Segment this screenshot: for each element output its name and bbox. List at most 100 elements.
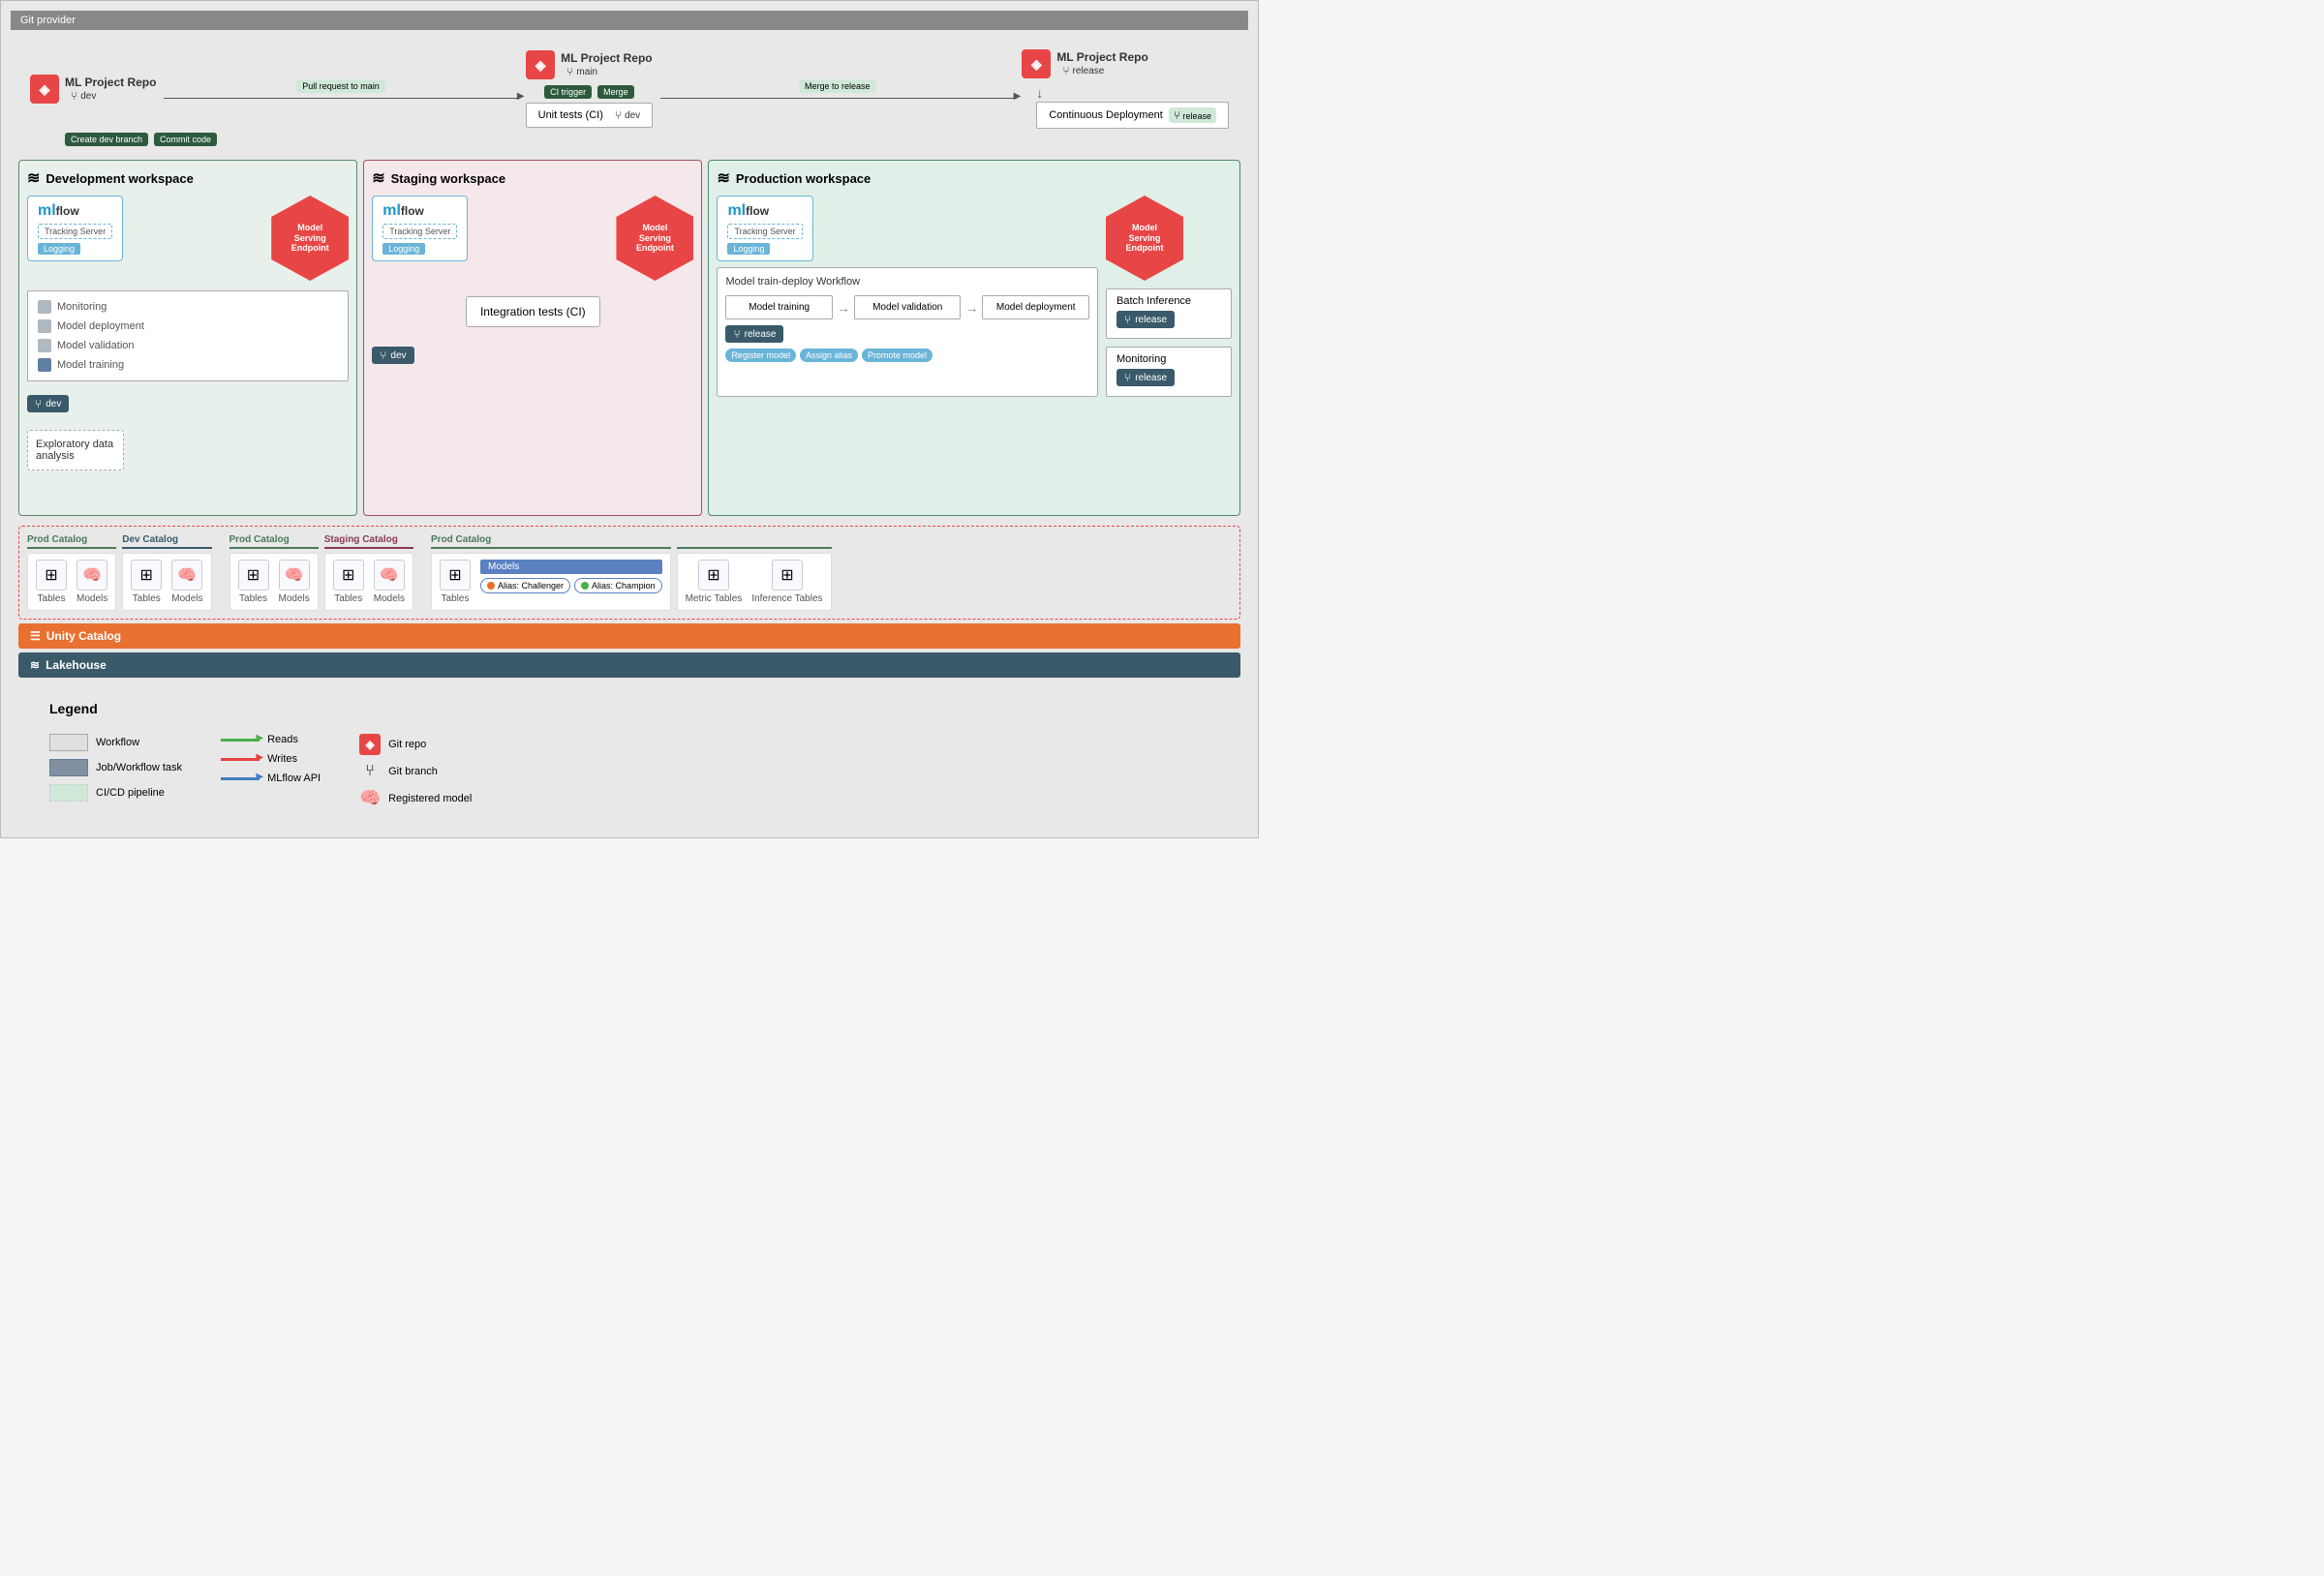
prod-inner: mlflow Tracking Server Logging Model tra…: [717, 196, 1232, 397]
legend-item-writes: Writes: [221, 753, 321, 765]
catalog-item-inference-tables: ⊞ Inference Tables: [751, 560, 822, 604]
inference-tables-label: Inference Tables: [751, 593, 822, 604]
tables-icon-prod: ⊞: [440, 560, 471, 591]
metric-tables-icon: ⊞: [698, 560, 729, 591]
dev-logging-badge: Logging: [38, 243, 80, 255]
catalog-inner-prod-1: ⊞ Tables 🧠 Models: [27, 553, 116, 611]
git-icon-1: ◈: [30, 75, 59, 104]
legend-col-2: Reads Writes MLflow API: [221, 734, 321, 808]
legend-label-mlflow: MLflow API: [267, 773, 321, 784]
legend-col-3: ◈ Git repo ⑂ Git branch 🧠 Registered mod…: [359, 734, 472, 808]
legend-label-writes: Writes: [267, 753, 297, 765]
tables-icon-1: ⊞: [36, 560, 67, 591]
dev-mlflow-logo: mlflow: [38, 202, 79, 220]
models-icon-1: 🧠: [76, 560, 107, 591]
tables-label-staging: Tables: [334, 593, 362, 604]
legend-arrow-reads: [221, 739, 260, 742]
models-label-1: Models: [76, 593, 107, 604]
task-bar-3: [38, 339, 51, 352]
prod-branch-row-workflow: ⑂ release: [725, 325, 783, 343]
catalog-section: Prod Catalog ⊞ Tables 🧠 Models: [18, 526, 1240, 620]
catalog-item-tables-2: ⊞ Tables: [238, 560, 269, 604]
prod-mlflow-logo: mlflow: [727, 202, 769, 220]
repo-1-header: ◈ ML Project Repo ⑂ dev: [30, 75, 156, 104]
staging-integration-area: Integration tests (CI): [372, 287, 693, 337]
legend-label-git-repo: Git repo: [388, 739, 426, 750]
tables-label-dev: Tables: [133, 593, 161, 604]
lakehouse-label: Lakehouse: [46, 658, 107, 672]
tables-label-1: Tables: [38, 593, 66, 604]
top-flow: ◈ ML Project Repo ⑂ dev Pull request to …: [11, 38, 1248, 146]
catalog-item-tables-dev: ⊞ Tables: [131, 560, 162, 604]
legend-model-icon: 🧠: [359, 788, 381, 808]
catalog-item-metric-tables: ⊞ Metric Tables: [686, 560, 743, 604]
dev-tracking-server: Tracking Server: [38, 224, 112, 239]
dev-inner: mlflow Tracking Server Logging ModelServ…: [27, 196, 349, 470]
unity-catalog-icon: ☰: [30, 629, 41, 643]
main-container: Git provider ◈ ML Project Repo ⑂ dev: [0, 0, 1259, 838]
alias-dot-orange: [487, 582, 495, 590]
catalog-item-models-dev: 🧠 Models: [171, 560, 202, 604]
dev-model-serving: ModelServingEndpoint: [271, 196, 349, 281]
legend-item-mlflow-api: MLflow API: [221, 773, 321, 784]
catalog-spacer-2: [419, 534, 425, 611]
prod-workflow-title: Model train-deploy Workflow: [725, 276, 1089, 288]
legend-label-job: Job/Workflow task: [96, 762, 182, 773]
staging-mlflow-logo: mlflow: [382, 202, 424, 220]
unity-catalog-label: Unity Catalog: [46, 629, 121, 643]
catalog-inner-prod-3: ⊞ Tables Models Alias: Challenger: [431, 553, 671, 611]
catalog-header-prod-2: Prod Catalog: [229, 534, 319, 549]
prod-workspace-icon: ≋: [717, 168, 729, 188]
task-bar-2: [38, 319, 51, 333]
catalog-item-tables-staging: ⊞ Tables: [333, 560, 364, 604]
repo-2-title: ML Project Repo: [561, 51, 652, 65]
repo-1-title: ML Project Repo: [65, 76, 156, 89]
models-icon-staging: 🧠: [374, 560, 405, 591]
git-provider-label: Git provider: [20, 15, 76, 26]
lakehouse-bar: ≋ Lakehouse: [18, 652, 1240, 678]
dev-workspace: ≋ Development workspace mlflow Tracking …: [18, 160, 357, 516]
repo-3-header: ◈ ML Project Repo ⑂ release: [1022, 49, 1147, 78]
catalog-staging: Staging Catalog ⊞ Tables 🧠 Models: [324, 534, 413, 611]
catalog-spacer-1: [218, 534, 224, 611]
model-action-row: Register model Assign alias Promote mode…: [725, 349, 1089, 362]
staging-workspace-title: ≋ Staging workspace: [372, 168, 693, 188]
task-label-training: Model training: [57, 359, 124, 371]
legend-arrow-writes: [221, 758, 260, 761]
task-bar-1: [38, 300, 51, 314]
step-arrow-1: →: [837, 300, 850, 316]
prod-main: mlflow Tracking Server Logging Model tra…: [717, 196, 1098, 397]
git-icon-3: ◈: [1022, 49, 1051, 78]
task-label-validation: Model validation: [57, 340, 135, 351]
staging-model-serving: ModelServingEndpoint: [616, 196, 693, 281]
step-training: Model training: [725, 295, 833, 319]
legend-label-workflow: Workflow: [96, 737, 139, 748]
cd-branch-badge: ⑂ release: [1169, 107, 1216, 123]
staging-logging-badge: Logging: [382, 243, 425, 255]
staging-tracking-server: Tracking Server: [382, 224, 457, 239]
legend-label-cicd: CI/CD pipeline: [96, 787, 165, 799]
arrow-1-line: [164, 98, 517, 100]
catalog-header-staging: Staging Catalog: [324, 534, 413, 549]
repo-1-sublabels: Create dev branch Commit code: [65, 133, 1229, 146]
merge-badge: Merge: [597, 85, 634, 99]
dev-top-row: mlflow Tracking Server Logging ModelServ…: [27, 196, 349, 281]
integration-tests-box: Integration tests (CI): [466, 296, 600, 327]
catalog-metric-inference: ⊞ Metric Tables ⊞ Inference Tables: [677, 534, 832, 611]
unit-tests-label: Unit tests (CI): [538, 109, 603, 121]
staging-catalogs: Prod Catalog ⊞ Tables 🧠 Models S: [229, 534, 414, 611]
catalog-prod-staging: Prod Catalog ⊞ Tables 🧠 Models: [229, 534, 319, 611]
prod-workspace: ≋ Production workspace mlflow Tracking S…: [708, 160, 1240, 516]
prod-workflow-steps: Model training → Model validation → Mode…: [725, 295, 1089, 319]
lakehouse-icon: ≋: [30, 658, 40, 672]
eda-box: Exploratory data analysis: [27, 430, 124, 470]
legend-label-git-branch: Git branch: [388, 766, 438, 777]
alias-challenger: Alias: Challenger: [480, 578, 570, 593]
catalog-header-dev: Dev Catalog: [122, 534, 211, 549]
catalog-inner-prod-2: ⊞ Tables 🧠 Models: [229, 553, 319, 611]
prod-workspace-title: ≋ Production workspace: [717, 168, 1232, 188]
catalog-inner-staging: ⊞ Tables 🧠 Models: [324, 553, 413, 611]
catalog-item-models-2: 🧠 Models: [279, 560, 310, 604]
register-model-badge: Register model: [725, 349, 796, 362]
cd-area: ↓ Continuous Deployment ⑂ release: [1022, 86, 1229, 129]
